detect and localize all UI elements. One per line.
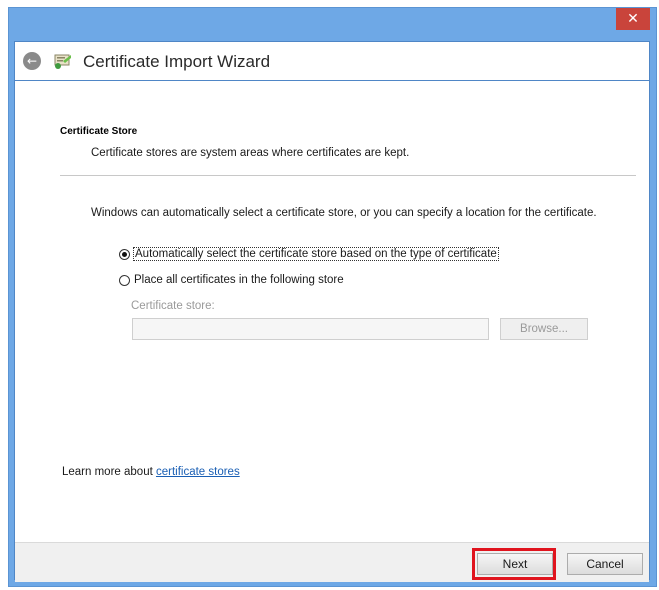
intro-text: Windows can automatically select a certi… — [91, 207, 597, 219]
back-arrow-icon: ← — [26, 54, 38, 68]
wizard-header-bar: ← Certificate Import Wizard — [14, 41, 650, 81]
wizard-title: Certificate Import Wizard — [83, 52, 271, 71]
back-button[interactable]: ← — [23, 52, 41, 70]
certificate-stores-link[interactable]: certificate stores — [156, 466, 240, 478]
learn-more-prefix: Learn more about — [62, 466, 156, 478]
cancel-button[interactable]: Cancel — [567, 553, 643, 575]
header-divider — [60, 175, 636, 176]
learn-more-text: Learn more about certificate stores — [62, 466, 240, 478]
radio-button-selected[interactable] — [119, 248, 130, 260]
certificate-store-label: Certificate store: — [131, 300, 215, 312]
radio-specify-store[interactable]: Place all certificates in the following … — [119, 274, 344, 286]
radio-auto-select-label: Automatically select the certificate sto… — [133, 247, 499, 261]
close-button[interactable]: ✕ — [616, 8, 650, 30]
browse-button[interactable]: Browse... — [500, 318, 588, 340]
radio-specify-store-label: Place all certificates in the following … — [134, 274, 344, 286]
certificate-store-input[interactable] — [132, 318, 489, 340]
section-title: Certificate Store — [60, 126, 138, 137]
certificate-icon — [54, 54, 71, 69]
radio-auto-select[interactable]: Automatically select the certificate sto… — [119, 247, 499, 261]
section-description: Certificate stores are system areas wher… — [91, 147, 410, 159]
close-icon: ✕ — [627, 11, 639, 27]
next-highlight-box — [472, 548, 556, 580]
radio-button[interactable] — [119, 274, 130, 286]
